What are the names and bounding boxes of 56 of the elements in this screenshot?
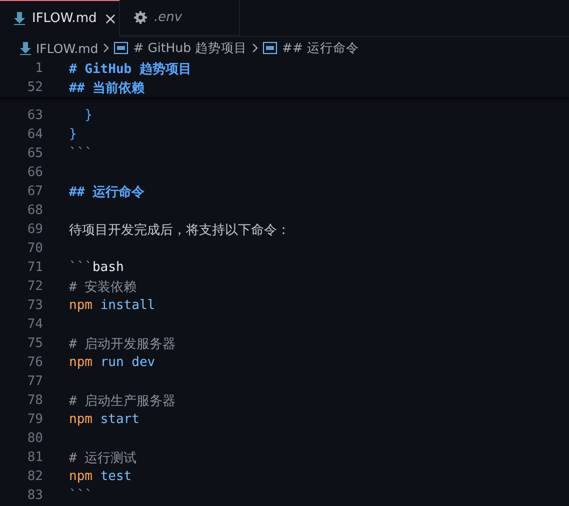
line-number: 83 <box>26 488 43 503</box>
code-fence: ``` <box>69 146 92 161</box>
code-line: # GitHub 趋势项目 <box>69 62 192 76</box>
line-number: 74 <box>26 317 43 332</box>
code-line: # 启动生产服务器 <box>69 394 176 408</box>
code-arguments: start <box>100 412 140 427</box>
code-line: } <box>84 108 92 123</box>
code-line: # 运行测试 <box>69 450 137 466</box>
line-number: 67 <box>26 184 43 199</box>
line-number: 80 <box>26 431 43 446</box>
line-number: 52 <box>26 80 43 95</box>
gear-icon <box>134 11 147 24</box>
line-number: 70 <box>26 241 43 256</box>
line-number: 82 <box>26 469 43 484</box>
code-command: npm <box>69 412 92 427</box>
line-number: 71 <box>26 260 43 275</box>
download-arrow-icon <box>20 42 31 54</box>
line-number: 78 <box>26 393 43 408</box>
code-line: } <box>69 127 77 142</box>
editor-tab[interactable]: .env <box>120 0 240 36</box>
code-command: npm <box>69 469 92 484</box>
chevron-right-icon <box>103 43 110 53</box>
code-arguments: install <box>100 298 156 313</box>
line-number: 75 <box>26 336 43 351</box>
code-line: ## 运行命令 <box>69 184 144 200</box>
editor-tab[interactable]: IFLOW.md × <box>0 0 120 37</box>
code-fence: ``` <box>69 260 92 275</box>
line-number: 65 <box>26 146 43 161</box>
breadcrumb-item[interactable]: # GitHub 趋势项目 <box>133 40 247 56</box>
line-number: 64 <box>26 127 43 142</box>
code-arguments: test <box>100 469 132 484</box>
code-line: 待项目开发完成后，将支持以下命令： <box>69 222 290 238</box>
code-command: npm <box>69 298 92 313</box>
code-line: ## 当前依赖 <box>69 80 144 96</box>
chevron-right-icon <box>252 43 258 53</box>
line-number: 77 <box>26 374 43 389</box>
code-arguments: run dev <box>100 355 156 370</box>
code-command: npm <box>69 355 92 370</box>
line-number: 68 <box>26 203 43 218</box>
download-arrow-icon <box>14 12 25 25</box>
code-line: # 启动开发服务器 <box>69 336 176 352</box>
breadcrumb-item[interactable]: ## 运行命令 <box>282 40 359 56</box>
breadcrumb-item[interactable]: IFLOW.md <box>36 40 98 56</box>
line-number: 81 <box>26 450 43 465</box>
code-language: bash <box>92 260 124 275</box>
line-number: 69 <box>26 222 43 237</box>
line-number: 66 <box>26 165 43 180</box>
line-number: 1 <box>34 61 43 76</box>
line-number: 76 <box>26 355 43 370</box>
line-number: 79 <box>26 412 43 427</box>
line-number: 73 <box>26 298 43 313</box>
line-number: 72 <box>26 279 43 294</box>
code-line: # 安装依赖 <box>69 280 137 294</box>
close-icon[interactable]: × <box>104 9 118 28</box>
line-number: 63 <box>26 108 43 123</box>
code-fence: ``` <box>69 488 92 503</box>
